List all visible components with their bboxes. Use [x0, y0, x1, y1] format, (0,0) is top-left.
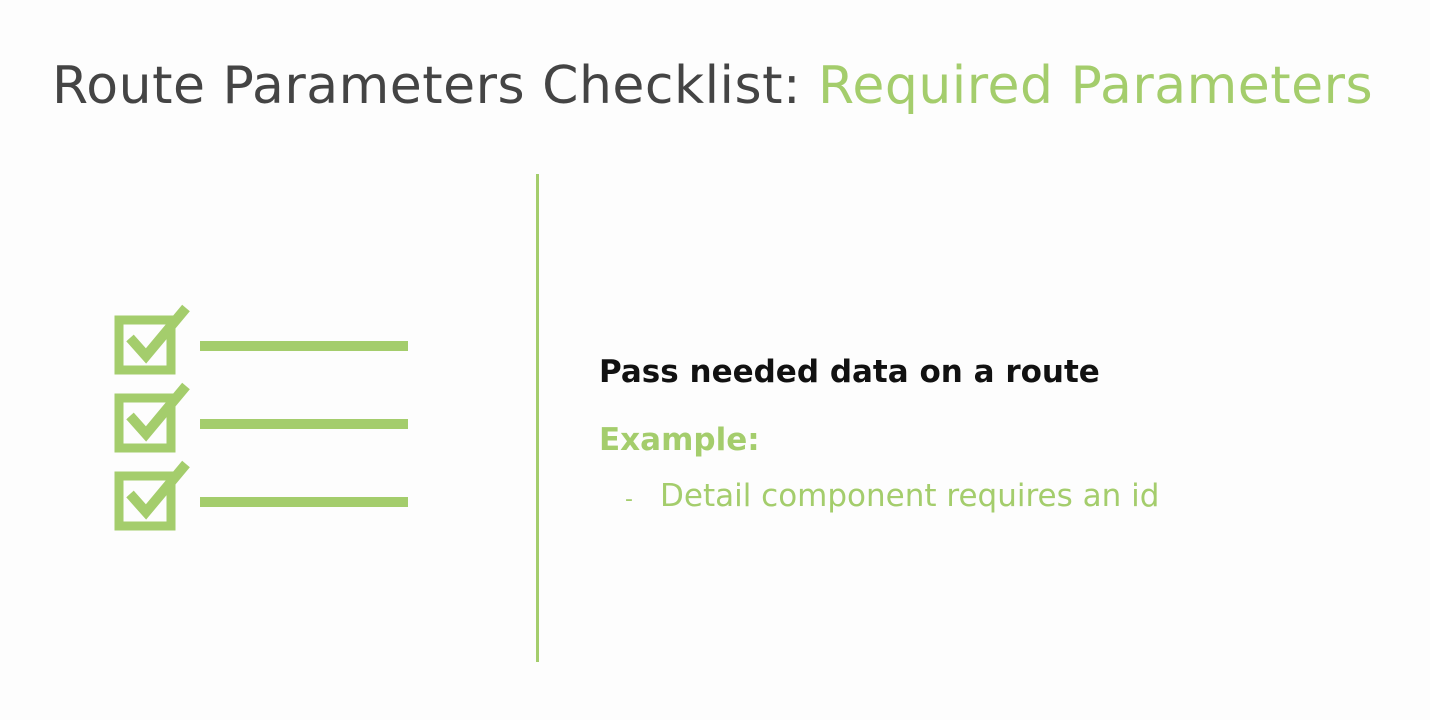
main-point: Pass needed data on a route: [599, 354, 1100, 390]
slide-content: Pass needed data on a route Example: - D…: [599, 350, 1379, 518]
example-bullet: - Detail component requires an id: [625, 474, 1379, 518]
checklist-icon: [114, 304, 408, 531]
checkbox-checked-icon: [114, 304, 190, 375]
title-accent: Required Parameters: [818, 56, 1374, 116]
title-main: Route Parameters Checklist:: [52, 56, 819, 116]
example-label: Example:: [599, 422, 760, 458]
checkbox-checked-icon: [114, 382, 190, 453]
vertical-divider: [536, 174, 539, 662]
bullet-dash: -: [625, 487, 633, 512]
checkbox-checked-icon: [114, 460, 190, 531]
bullet-text: Detail component requires an id: [660, 478, 1160, 514]
slide-title: Route Parameters Checklist: Required Par…: [52, 50, 1373, 122]
slide: Route Parameters Checklist: Required Par…: [0, 0, 1430, 720]
